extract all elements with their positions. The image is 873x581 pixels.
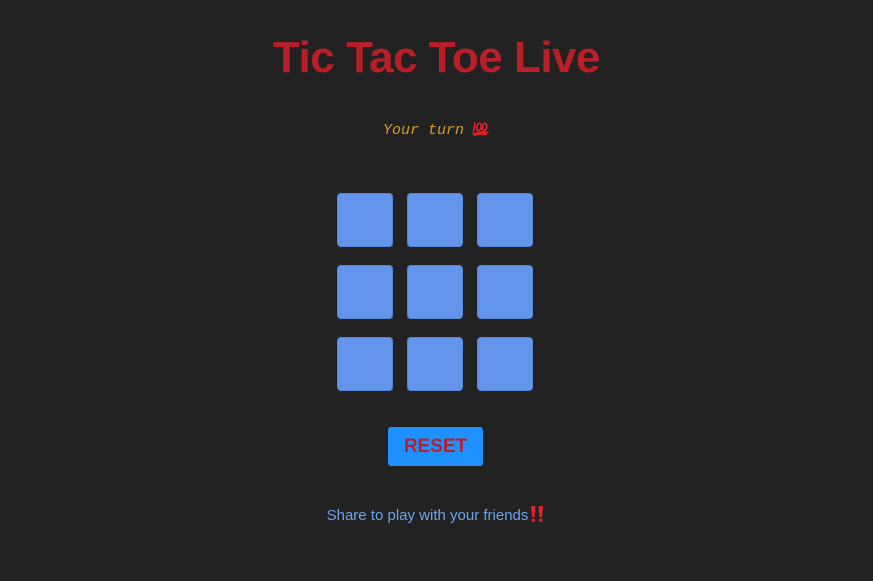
board-cell-8[interactable] <box>407 337 463 391</box>
hundred-points-icon <box>472 120 490 136</box>
board-cell-5[interactable] <box>407 265 463 319</box>
board-cell-6[interactable] <box>477 265 533 319</box>
share-link[interactable]: Share to play with your friends <box>327 507 529 524</box>
board-cell-1[interactable] <box>337 193 393 247</box>
double-exclamation-icon <box>528 505 546 523</box>
board-cell-2[interactable] <box>407 193 463 247</box>
game-board <box>337 193 533 391</box>
board-cell-3[interactable] <box>477 193 533 247</box>
share-message: Share to play with your friends <box>0 505 873 526</box>
page-title: Tic Tac Toe Live <box>272 33 601 82</box>
reset-button[interactable]: RESET <box>388 427 483 466</box>
board-cell-4[interactable] <box>337 265 393 319</box>
turn-status: Your turn <box>0 120 873 141</box>
board-cell-7[interactable] <box>337 337 393 391</box>
turn-status-text: Your turn <box>382 122 464 139</box>
game-page: Tic Tac Toe Live Your turn RESET Share t… <box>0 0 873 581</box>
board-cell-9[interactable] <box>477 337 533 391</box>
